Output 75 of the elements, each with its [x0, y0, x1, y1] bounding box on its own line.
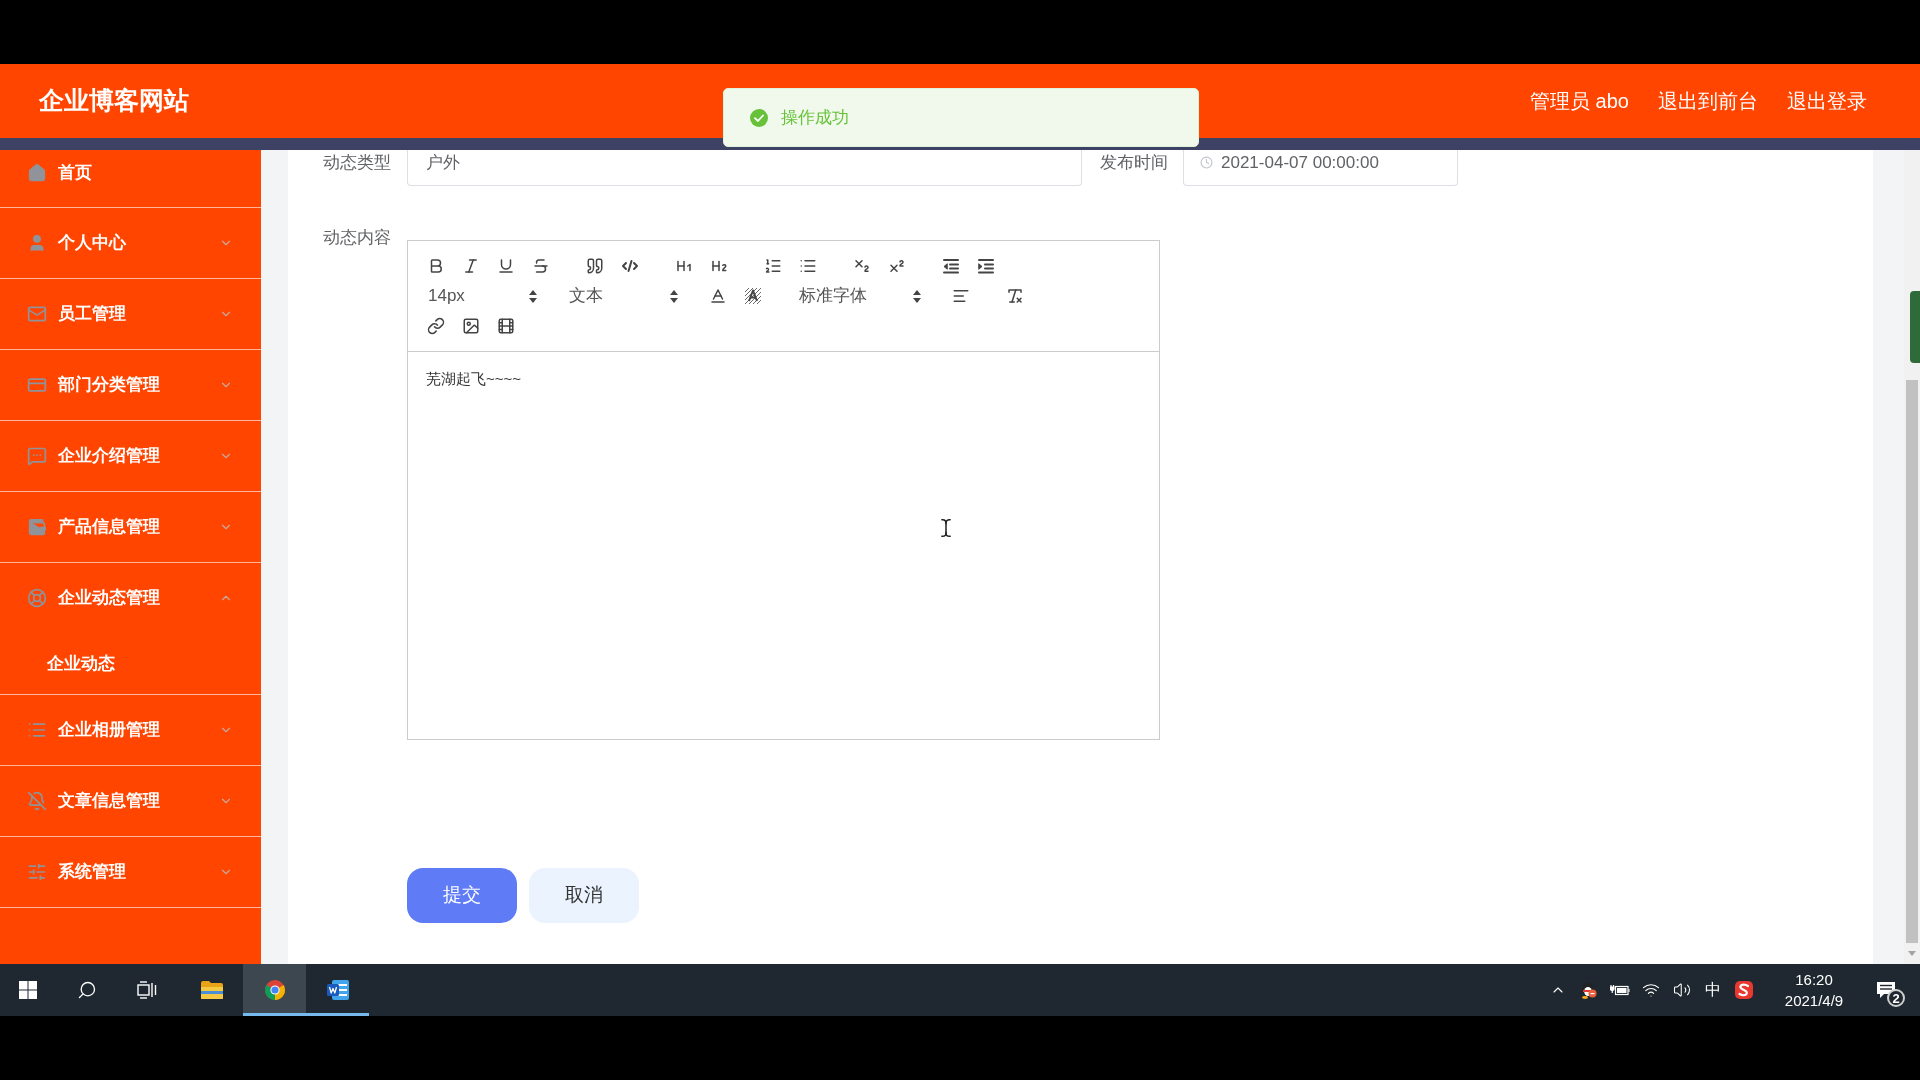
sidebar-item[interactable]: 产品信息管理	[0, 492, 261, 562]
clock-button[interactable]: 16:20 2021/4/9	[1772, 967, 1856, 1013]
lifebuoy-icon	[27, 588, 47, 608]
field-label: 动态内容	[322, 227, 392, 250]
sort-arrows-icon	[670, 289, 678, 303]
field-label: 发布时间	[1099, 152, 1169, 175]
chat-icon	[27, 446, 47, 466]
stacked-windows-icon	[137, 981, 157, 999]
editor-text[interactable]: 芜湖起飞~~~~	[426, 369, 1144, 389]
plugged-battery-icon	[1610, 984, 1630, 996]
cancel-button[interactable]: 取消	[529, 868, 639, 923]
superscript-icon	[887, 257, 906, 275]
code-icon	[620, 257, 639, 275]
circle-logo-icon	[263, 979, 286, 1001]
document-app-icon	[325, 979, 350, 1001]
outdent-icon	[941, 257, 960, 275]
input-field[interactable]: 户外	[407, 150, 1082, 186]
text-color-icon	[708, 287, 727, 305]
underline-icon	[496, 257, 515, 275]
scrollbar[interactable]	[1904, 150, 1920, 964]
subscript-icon	[852, 257, 871, 275]
font-family-select[interactable]: 标准字体	[789, 281, 924, 311]
image-icon	[461, 317, 480, 335]
notification-button[interactable]: 2	[1862, 968, 1910, 1012]
link-icon	[426, 317, 445, 335]
search-icon	[77, 980, 97, 1000]
four-panes-icon	[18, 981, 37, 999]
date-time-field[interactable]: 2021-04-07 00:00:00	[1183, 150, 1458, 186]
field-label: 动态类型	[322, 152, 392, 175]
highlight-icon	[743, 287, 762, 305]
sidebar-item[interactable]: 系统管理	[0, 837, 261, 907]
sidebar-item[interactable]: 企业相册管理	[0, 695, 261, 765]
sidebar-item[interactable]: 首页	[0, 150, 261, 207]
quote-icon	[585, 257, 604, 275]
sidebar-item[interactable]: 部门分类管理	[0, 350, 261, 420]
check-circle-icon	[750, 108, 768, 127]
card-icon	[27, 375, 47, 395]
clock-icon	[1200, 156, 1213, 169]
font-size-select[interactable]: 14px	[418, 281, 540, 311]
heading-select[interactable]: 文本	[559, 281, 681, 311]
sidebar-item[interactable]: 个人中心	[0, 208, 261, 278]
sliders-icon	[27, 862, 47, 882]
folder-icon	[199, 980, 224, 1000]
align-left-icon	[951, 287, 970, 305]
submit-button[interactable]: 提交	[407, 868, 517, 923]
sidebar-item[interactable]: 员工管理	[0, 279, 261, 349]
indent-icon	[976, 257, 995, 275]
input-method-button[interactable]: 中	[1698, 970, 1728, 1010]
sidebar-item[interactable]: 企业动态管理	[0, 563, 261, 633]
toast-message: 操作成功	[723, 88, 1199, 147]
numbered-list-icon	[763, 257, 782, 275]
strikethrough-icon	[531, 257, 550, 275]
scrollbar-thumb[interactable]	[1906, 380, 1918, 943]
video-icon	[496, 317, 515, 335]
swoosh-logo-icon	[1735, 981, 1753, 999]
notification-count: 2	[1887, 989, 1905, 1007]
clear-format-icon	[1005, 287, 1024, 305]
submenu-item[interactable]: 企业动态	[0, 633, 261, 694]
header-link[interactable]: 退出登录	[1787, 86, 1867, 116]
sidebar-item[interactable]: 企业介绍管理	[0, 421, 261, 491]
taskbar-app[interactable]	[243, 964, 306, 1016]
speaker-icon	[1673, 981, 1691, 999]
header-link[interactable]: 退出到前台	[1658, 86, 1758, 116]
penguin-icon	[1581, 981, 1597, 999]
bullet-list-icon	[798, 257, 817, 275]
list-icon	[27, 720, 47, 740]
site-title: 企业博客网站	[39, 85, 189, 117]
bell-off-icon	[27, 791, 47, 811]
header-link[interactable]: 管理员 abo	[1530, 86, 1629, 116]
envelope-icon	[27, 304, 47, 324]
sort-arrows-icon	[913, 289, 921, 303]
wallet-icon	[27, 517, 47, 537]
house-icon	[27, 163, 47, 183]
sort-arrows-icon	[529, 289, 537, 303]
sidebar-item[interactable]: 文章信息管理	[0, 766, 261, 836]
